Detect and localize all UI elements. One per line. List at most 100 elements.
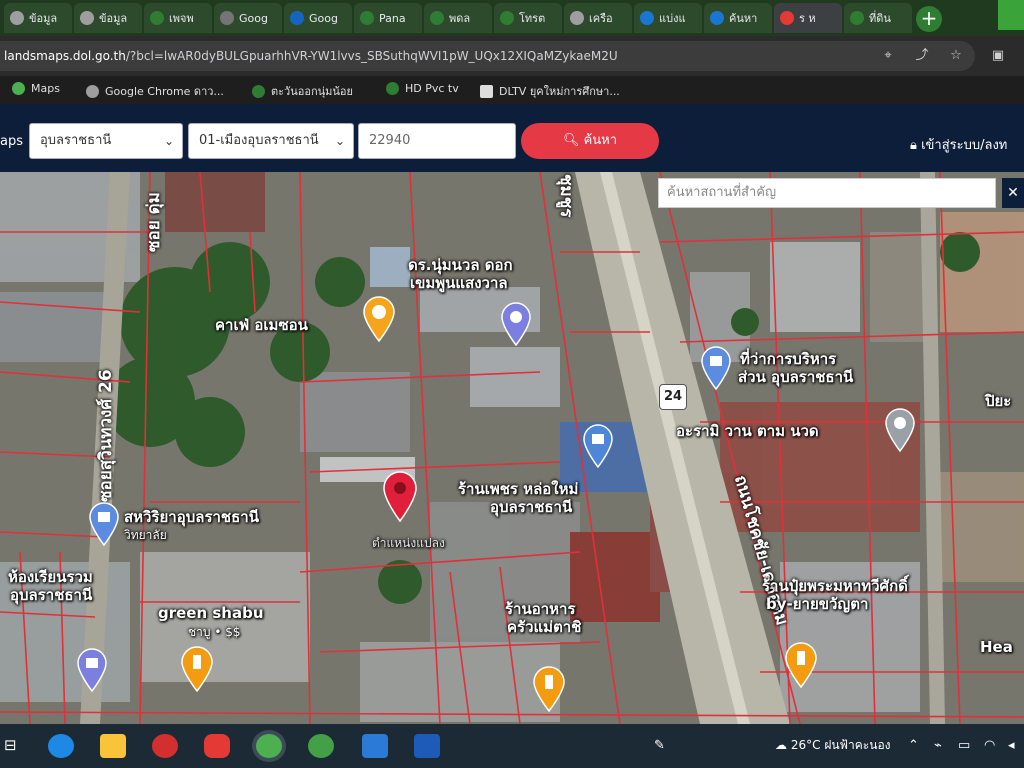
- place-label: สหวิริยาอุบลราชธานี: [124, 508, 259, 526]
- school-pin-icon[interactable]: [76, 648, 108, 692]
- browser-tab[interactable]: โทรต: [494, 3, 562, 33]
- bookmark-label: DLTV ยุคใหม่การศึกษา...: [499, 85, 620, 98]
- tab-label: ที่ดิน: [869, 12, 891, 25]
- bookmark-label: Maps: [31, 82, 60, 95]
- shop-pin-icon[interactable]: [582, 424, 614, 468]
- bookmark-star-icon[interactable]: ☆: [948, 48, 964, 64]
- location-icon[interactable]: ⌖: [880, 48, 896, 64]
- opera-icon[interactable]: [152, 734, 178, 758]
- school-pin-icon[interactable]: [88, 502, 120, 546]
- restaurant-pin-icon[interactable]: [180, 646, 214, 692]
- province-select[interactable]: อุบลราชธานี ⌄: [29, 123, 183, 159]
- bookmark-label: Google Chrome ดาว...: [105, 85, 224, 98]
- browser-tab[interactable]: เพจพ: [144, 3, 212, 33]
- tab-label: Goog: [239, 11, 268, 25]
- cafe-pin-icon[interactable]: [362, 296, 396, 342]
- tab-favicon-icon: [290, 11, 304, 25]
- browser-tab[interactable]: เครือ: [564, 3, 632, 33]
- task-view-icon[interactable]: ⊟: [4, 736, 17, 754]
- tab-label: ค้นหา: [729, 12, 758, 25]
- extensions-icon[interactable]: ▣: [990, 48, 1006, 64]
- tab-favicon-icon: [780, 11, 794, 25]
- bookmark-dltv[interactable]: DLTV ยุคใหม่การศึกษา...: [480, 82, 620, 100]
- browser-tab[interactable]: ค้นหา: [704, 3, 772, 33]
- parcel-number-value: 22940: [369, 133, 411, 148]
- tab-label: ข้อมูล: [99, 12, 128, 25]
- selected-parcel-label: ตำแหน่งแปลง: [372, 536, 445, 550]
- volume-icon[interactable]: ◂: [1008, 738, 1015, 753]
- browser-tab[interactable]: Goog: [214, 3, 282, 33]
- browser-tab[interactable]: แบ่งแ: [634, 3, 702, 33]
- chrome-icon[interactable]: [256, 734, 282, 758]
- youtube-icon[interactable]: [204, 734, 230, 758]
- selected-parcel-pin-icon[interactable]: [382, 470, 418, 522]
- road-label-soi26: ซอยสุวินทวงศ์ 26: [96, 369, 116, 502]
- browser-tab[interactable]: ที่ดิน: [844, 3, 912, 33]
- bookmark-site[interactable]: ตะวันออกนุ่มน้อย: [252, 82, 353, 100]
- place-sub-label: ชาบู • $$: [188, 625, 241, 639]
- search-button[interactable]: 🔍︎ ค้นหา: [521, 123, 659, 159]
- browser-tab-bar: ข้อมูล ข้อมูล เพจพ Goog Goog Pana พดล โทรต เครือ…: [0, 0, 1024, 36]
- login-link[interactable]: 🔒︎ เข้าสู่ระบบ/ลงท: [910, 134, 1007, 155]
- browser-tab[interactable]: Pana: [354, 3, 422, 33]
- tab-favicon-icon: [570, 11, 584, 25]
- bookmark-maps[interactable]: Maps: [12, 82, 60, 95]
- tab-label: ข้อมูล: [29, 12, 58, 25]
- place-label: ร้านปุ๋ยพระมหาทวีศักดิ์: [762, 577, 908, 595]
- word-icon[interactable]: [414, 734, 440, 758]
- share-icon[interactable]: ⤴: [914, 48, 930, 64]
- satellite-map: [0, 172, 1024, 724]
- pen-icon[interactable]: ✎: [654, 738, 665, 753]
- chevron-up-icon[interactable]: ⌃: [908, 738, 919, 753]
- browser-tab[interactable]: ร ห: [774, 3, 842, 33]
- site-icon: [386, 82, 399, 95]
- tab-favicon-icon: [500, 11, 514, 25]
- login-label: เข้าสู่ระบบ/ลงท: [921, 138, 1008, 153]
- shop-pin-icon[interactable]: [784, 642, 818, 688]
- place-label: Hea: [980, 638, 1013, 656]
- bookmark-hdpvc[interactable]: HD Pvc tv: [386, 82, 459, 95]
- place-label: ร้านอาหาร: [505, 600, 576, 618]
- place-pin-icon[interactable]: [500, 302, 532, 346]
- bookmark-chrome[interactable]: Google Chrome ดาว...: [86, 82, 224, 100]
- file-explorer-icon[interactable]: [100, 734, 126, 758]
- place-label: green shabu: [158, 604, 264, 622]
- wifi-icon[interactable]: ◠: [984, 738, 995, 753]
- parcel-number-input[interactable]: 22940: [358, 123, 516, 159]
- restaurant-pin-icon[interactable]: [532, 666, 566, 712]
- site-header: aps อุบลราชธานี ⌄ 01-เมืองอุบลราชธานี ⌄ 22…: [0, 104, 1024, 172]
- district-value: 01-เมืองอุบลราชธานี: [199, 133, 319, 148]
- place-sub-label: เขมพูนแสงวาล: [410, 274, 508, 292]
- url-field[interactable]: landsmaps.dol.go.th/?bcl=lwAR0dyBULGpuar…: [0, 41, 975, 71]
- place-label: ที่ว่าการบริหาร: [740, 350, 837, 368]
- close-icon[interactable]: ✕: [1002, 178, 1024, 208]
- edge-icon[interactable]: [48, 734, 74, 758]
- place-sub-label: อุบลราชธานี: [490, 498, 573, 516]
- brand-text: aps: [0, 134, 23, 149]
- maps-icon: [12, 82, 25, 95]
- photos-icon[interactable]: [362, 734, 388, 758]
- weather-text: ฝนฟ้าคะนอง: [824, 738, 891, 752]
- place-pin-icon[interactable]: [884, 408, 916, 452]
- office-pin-icon[interactable]: [700, 346, 732, 390]
- tab-label: เพจพ: [169, 12, 194, 25]
- browser-tab[interactable]: ข้อมูล: [4, 3, 72, 33]
- browser-tab[interactable]: พดล: [424, 3, 492, 33]
- map-view[interactable]: ค้นหาสถานที่สำคัญ ✕ ชุมชูร ถนนโชคชัย-เดช…: [0, 172, 1024, 724]
- place-label: ห้องเรียนรวม: [8, 568, 93, 586]
- line-icon[interactable]: [308, 734, 334, 758]
- window-control-button[interactable]: [998, 0, 1024, 30]
- map-search-input[interactable]: ค้นหาสถานที่สำคัญ: [658, 178, 996, 208]
- browser-tab[interactable]: Goog: [284, 3, 352, 33]
- url-path: /?bcl=lwAR0dyBULGpuarhhVR-YW1lvvs_SBSuth…: [125, 49, 618, 63]
- battery-icon[interactable]: ▭: [958, 738, 970, 753]
- tab-label: Goog: [309, 11, 338, 25]
- new-tab-button[interactable]: +: [916, 6, 942, 32]
- tab-label: Pana: [379, 11, 406, 25]
- place-label: ดร.นุ่มนวล ดอก: [408, 256, 513, 274]
- weather-widget[interactable]: ☁︎ 26°C ฝนฟ้าคะนอง: [775, 736, 891, 755]
- browser-tab[interactable]: ข้อมูล: [74, 3, 142, 33]
- network-icon[interactable]: ⌁: [934, 738, 942, 753]
- district-select[interactable]: 01-เมืองอุบลราชธานี ⌄: [188, 123, 354, 159]
- road-label-main-top: ชุมชูร: [556, 174, 576, 218]
